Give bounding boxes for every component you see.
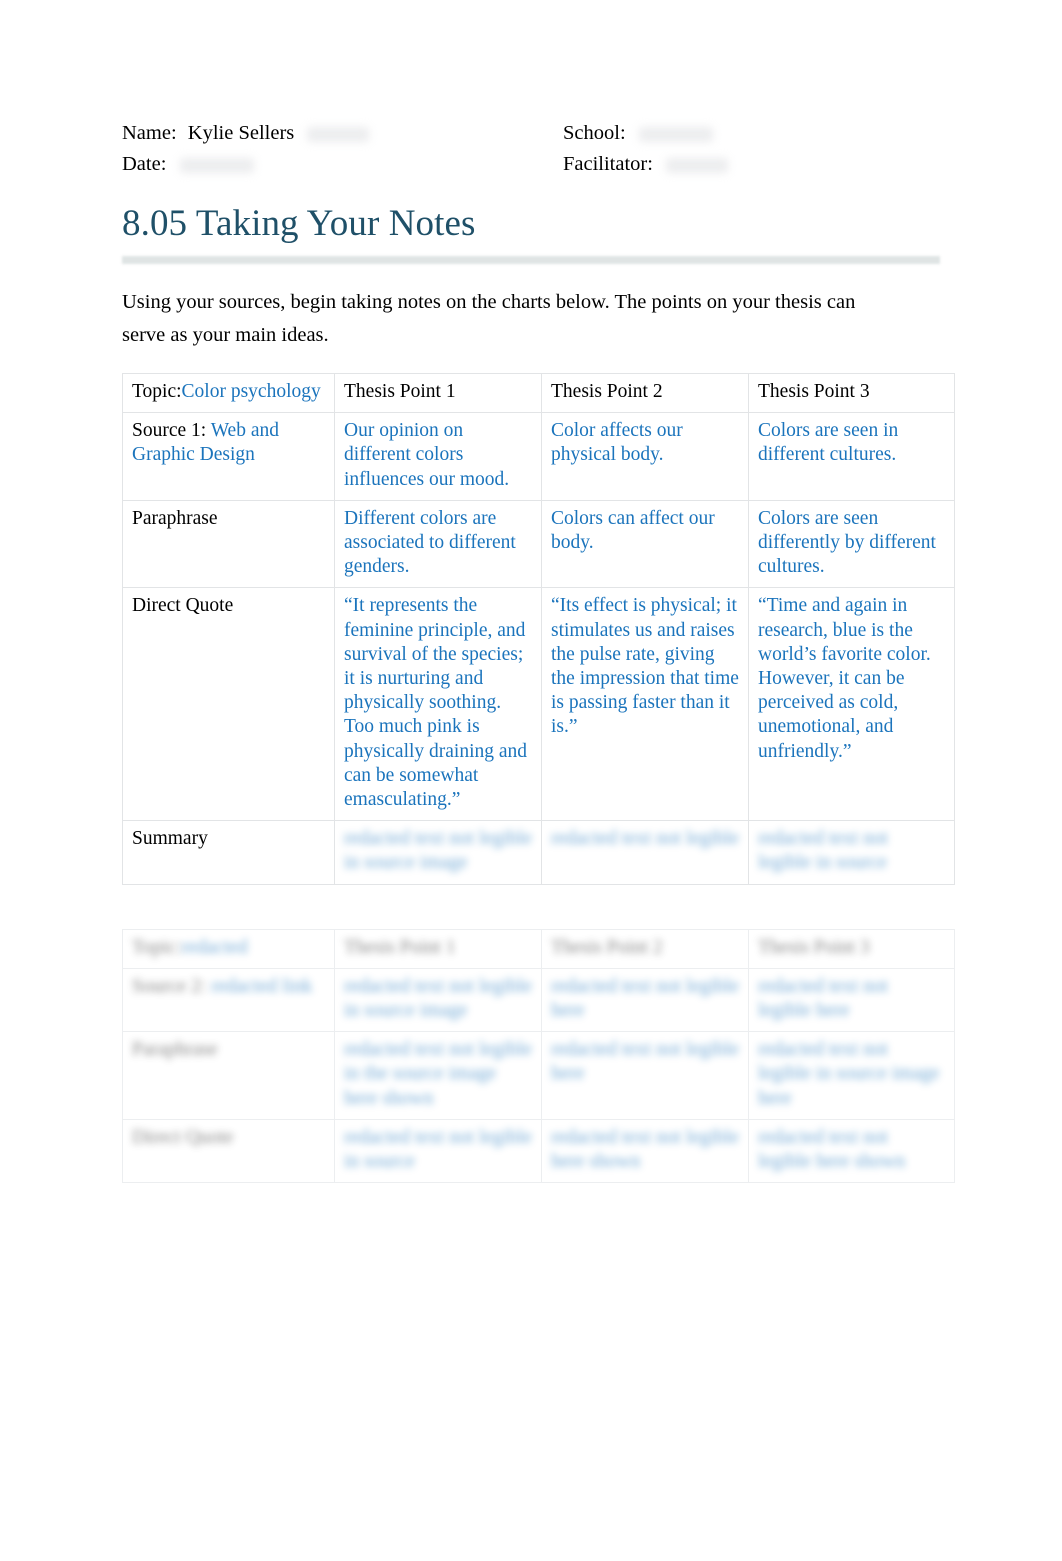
page-title: 8.05 Taking Your Notes [122, 203, 476, 244]
cell-summary-point1: redacted text not legible in source imag… [334, 820, 542, 885]
cell-paraphrase-point2: redacted text not legible here [541, 1031, 749, 1120]
cell-thesis-point-3-header: Thesis Point 3 [748, 372, 955, 414]
cell-thesis-point-1-header: Thesis Point 1 [334, 372, 542, 414]
notes-table-source-1: Topic:Color psychology Thesis Point 1 Th… [122, 372, 955, 885]
cell-row-label-direct-quote: Direct Quote [122, 1118, 335, 1184]
notes-table-source-2: Topic:redacted Thesis Point 1 Thesis Poi… [122, 928, 955, 1184]
source-link[interactable]: redacted link [211, 976, 312, 997]
topic-label: Topic: [132, 936, 182, 958]
cell-source-point3: redacted text not legible here [748, 967, 955, 1033]
name-label: Name: [122, 122, 177, 144]
table-row: Paraphrase Different colors are associat… [122, 499, 955, 589]
cell-summary-point3: redacted text not legible in source [748, 820, 955, 885]
header-date-row: Date: [122, 149, 369, 180]
cell-thesis-point-2-header: Thesis Point 2 [541, 372, 749, 414]
cell-source-point2: redacted text not legible here [541, 967, 749, 1033]
instructions-text: Using your sources, begin taking notes o… [122, 291, 856, 346]
cell-row-label-source: Source 1: Web and Graphic Design [122, 412, 335, 501]
cell-paraphrase-point1: Different colors are associated to diffe… [334, 499, 542, 589]
cell-paraphrase-point3: redacted text not legible in source imag… [748, 1031, 955, 1120]
header-left-column: Name: Kylie Sellers Date: [122, 118, 370, 180]
table-row: Summary redacted text not legible in sou… [122, 820, 955, 885]
cell-thesis-point-3-header: Thesis Point 3 [748, 928, 955, 969]
header-school-row: School: [563, 118, 728, 149]
cell-source-point3: Colors are seen in different cultures. [748, 412, 955, 501]
cell-quote-point3: “Time and again in research, blue is the… [748, 587, 955, 822]
table-row: Direct Quote “It represents the feminine… [122, 587, 955, 822]
cell-quote-point2: redacted text not legible here shown [541, 1118, 749, 1184]
source-label: Source 2: [132, 975, 207, 997]
cell-quote-point1: redacted text not legible in source [334, 1118, 542, 1184]
cell-source-point1: Our opinion on different colors influenc… [334, 412, 542, 501]
document-page: Name: Kylie Sellers Date: School: Facili… [0, 0, 1062, 1561]
document-header-meta: Name: Kylie Sellers Date: School: Facili… [122, 118, 950, 180]
cell-quote-point3: redacted text not legible here shown [748, 1118, 955, 1184]
cell-topic: Topic:Color psychology [122, 372, 335, 414]
cell-source-point1: redacted text not legible in source imag… [334, 967, 542, 1033]
table-row-header: Topic:redacted Thesis Point 1 Thesis Poi… [122, 928, 955, 969]
cell-topic: Topic:redacted [122, 928, 335, 969]
table-row: Source 1: Web and Graphic Design Our opi… [122, 412, 955, 501]
cell-quote-point2: “Its effect is physical; it stimulates u… [541, 587, 749, 822]
cell-row-label-paraphrase: Paraphrase [122, 499, 335, 589]
document-content: Name: Kylie Sellers Date: School: Facili… [122, 118, 955, 1184]
topic-value: redacted [181, 936, 248, 958]
school-label: School: [563, 122, 626, 144]
header-name-row: Name: Kylie Sellers [122, 118, 370, 149]
cell-paraphrase-point1: redacted text not legible in the source … [334, 1031, 542, 1120]
cell-row-label-summary: Summary [122, 820, 335, 885]
header-right-column: School: Facilitator: [563, 118, 729, 180]
table-row: Paraphrase redacted text not legible in … [122, 1031, 955, 1120]
date-redaction [179, 157, 254, 173]
name-value: Kylie Sellers [187, 122, 295, 144]
date-label: Date: [122, 153, 167, 175]
cell-thesis-point-2-header: Thesis Point 2 [541, 928, 749, 969]
table-row: Source 2: redacted link redacted text no… [122, 967, 955, 1033]
facilitator-redaction [666, 157, 729, 173]
cell-source-point2: Color affects our physical body. [541, 412, 749, 501]
table-row: Direct Quote redacted text not legible i… [122, 1118, 955, 1184]
header-facilitator-row: Facilitator: [563, 149, 729, 180]
name-redaction [307, 126, 370, 142]
cell-paraphrase-point2: Colors can affect our body. [541, 499, 749, 589]
school-redaction [638, 126, 713, 142]
table-row-header: Topic:Color psychology Thesis Point 1 Th… [122, 372, 955, 414]
cell-paraphrase-point3: Colors are seen differently by different… [748, 499, 955, 589]
cell-row-label-paraphrase: Paraphrase [122, 1031, 335, 1120]
cell-thesis-point-1-header: Thesis Point 1 [334, 928, 542, 969]
topic-label: Topic: [132, 381, 182, 402]
source-label: Source 1: [132, 420, 211, 442]
facilitator-label: Facilitator: [563, 153, 653, 175]
cell-row-label-direct-quote: Direct Quote [122, 587, 335, 822]
cell-summary-point2: redacted text not legible [541, 820, 749, 885]
cell-row-label-source: Source 2: redacted link [122, 967, 335, 1033]
cell-quote-point1: “It represents the feminine principle, a… [334, 587, 542, 822]
title-divider [122, 256, 940, 264]
topic-value: Color psychology [181, 381, 321, 402]
